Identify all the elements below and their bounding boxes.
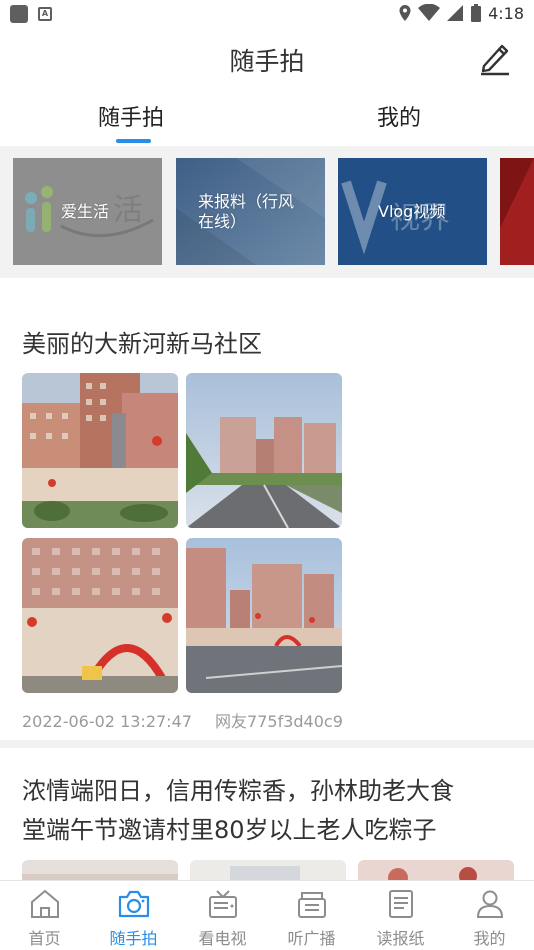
bottom-nav: 首页 随手拍 看电视 听广播 读报纸 我的 (0, 880, 534, 950)
battery-icon (471, 4, 482, 22)
nav-label: 我的 (473, 929, 506, 948)
app-screen: A 4:18 随手拍 随手拍 我的 活 爱生活 来报料（行风在线） 视界 Vlo… (0, 0, 534, 950)
post-timestamp: 2022-06-02 13:27:47 (22, 712, 192, 731)
category-card-more[interactable] (500, 158, 534, 265)
home-icon (30, 889, 59, 918)
camera-icon (118, 890, 149, 918)
nav-label: 首页 (28, 929, 61, 948)
nav-label: 随手拍 (109, 929, 158, 948)
tab-bar: 随手拍 我的 (0, 92, 534, 146)
compose-button[interactable] (478, 40, 512, 76)
post-meta: 2022-06-02 13:27:47 网友775f3d40c9 (22, 708, 361, 732)
pencil-icon (481, 44, 509, 76)
post-title-line: 堂端午节邀请村里80岁以上老人吃粽子 (22, 816, 437, 844)
radio-icon (297, 892, 326, 918)
nav-suishoupai[interactable]: 随手拍 (89, 887, 178, 949)
active-tab-indicator (116, 139, 151, 143)
post-image[interactable] (186, 538, 342, 693)
post-image[interactable] (186, 373, 342, 528)
post-image[interactable] (22, 373, 178, 528)
status-bar: A 4:18 (0, 0, 534, 28)
signal-icon (447, 5, 464, 21)
tab-mine[interactable]: 我的 (377, 100, 421, 132)
category-card-report[interactable]: 来报料（行风在线） (176, 158, 325, 265)
nav-newspaper[interactable]: 读报纸 (356, 887, 445, 949)
post-author[interactable]: 网友775f3d40c9 (215, 712, 343, 731)
tab-suishoupai[interactable]: 随手拍 (98, 100, 164, 132)
nav-label: 看电视 (198, 929, 247, 948)
post-title[interactable]: 浓情端阳日，信用传粽香，孙林助老大食 堂端午节邀请村里80岁以上老人吃粽子 (22, 772, 454, 850)
nav-tv[interactable]: 看电视 (178, 887, 267, 949)
nav-home[interactable]: 首页 (0, 887, 89, 949)
user-icon (476, 890, 503, 918)
nav-radio[interactable]: 听广播 (267, 887, 356, 949)
category-label: Vlog视频 (378, 201, 446, 221)
nav-mine[interactable]: 我的 (445, 887, 534, 949)
category-card-life[interactable]: 活 爱生活 (13, 158, 162, 265)
wifi-icon (418, 4, 441, 21)
page-title: 随手拍 (229, 47, 305, 76)
newspaper-icon (388, 890, 413, 918)
feed-spacer (0, 278, 534, 298)
category-bg-image (500, 158, 534, 265)
notification-icon (10, 5, 28, 23)
post-image[interactable] (22, 538, 178, 693)
header: 随手拍 (0, 28, 534, 90)
tv-icon (208, 890, 237, 918)
nav-label: 听广播 (287, 929, 336, 948)
category-label: 爱生活 (61, 201, 110, 221)
category-card-vlog[interactable]: 视界 Vlog视频 (338, 158, 487, 265)
status-time: 4:18 (488, 3, 524, 23)
location-icon (399, 5, 411, 21)
category-label: 来报料（行风在线） (198, 191, 295, 231)
feed-divider (0, 740, 534, 748)
post-title[interactable]: 美丽的大新河新马社区 (22, 325, 262, 364)
nav-label: 读报纸 (376, 929, 425, 948)
post-title-line: 浓情端阳日，信用传粽香，孙林助老大食 (22, 777, 454, 805)
category-strip: 活 爱生活 来报料（行风在线） 视界 Vlog视频 (0, 146, 534, 278)
app-notification-icon: A (38, 7, 52, 21)
